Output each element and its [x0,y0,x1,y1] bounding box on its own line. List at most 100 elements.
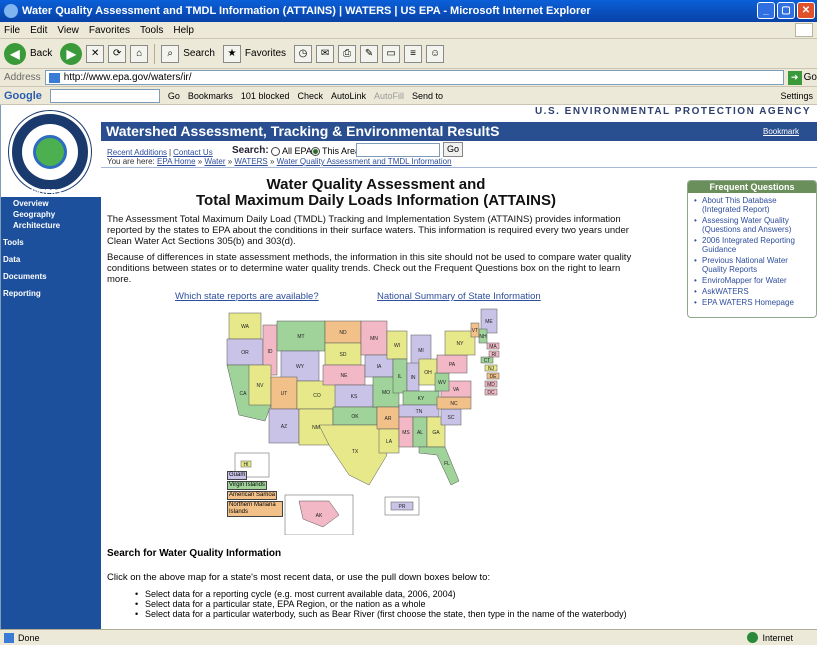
map-state-tx[interactable] [318,424,388,486]
close-button[interactable]: ✕ [797,2,815,19]
map-label-la: LA [386,439,393,445]
fq-link-about-database[interactable]: About This Database (Integrated Report) [694,196,812,214]
menu-help[interactable]: Help [173,25,194,36]
fq-link-previous-reports[interactable]: Previous National Water Quality Reports [694,256,812,274]
territory-virgin-islands[interactable]: Virgin Islands [227,481,267,490]
nav-geography[interactable]: Geography [1,209,101,220]
send-to-button[interactable]: Send to [412,91,443,101]
nav-tools[interactable]: Tools [1,237,101,248]
research-icon[interactable]: ≡ [404,44,423,63]
menu-view[interactable]: View [57,25,79,36]
favorites-star-icon[interactable]: ★ [222,44,241,63]
map-state-fl[interactable] [418,446,460,486]
go-arrow-icon: ➜ [787,70,802,85]
menu-favorites[interactable]: Favorites [89,25,130,36]
minimize-button[interactable]: _ [757,2,775,19]
fq-link-2006-guidance[interactable]: 2006 Integrated Reporting Guidance [694,236,812,254]
search-all-epa-option[interactable]: All EPA [271,146,312,156]
state-reports-link[interactable]: Which state reports are available? [175,291,319,302]
search-section-heading: Search for Water Quality Information [107,548,282,559]
page-done-icon [4,632,14,643]
zone-label: Internet [762,632,793,643]
autofill-button[interactable]: AutoFill [374,91,404,101]
search-button-label[interactable]: Search [183,48,215,59]
breadcrumb-current[interactable]: Water Quality Assessment and TMDL Inform… [277,157,452,166]
autolink-button[interactable]: AutoLink [331,91,366,101]
spellcheck-button[interactable]: Check [297,91,323,101]
fq-link-enviromapper[interactable]: EnviroMapper for Water [694,276,812,285]
breadcrumb-epa-home[interactable]: EPA Home [157,157,196,166]
site-banner: Watershed Assessment, Tracking & Environ… [101,122,817,141]
search-option-waterbody: Select data for a particular waterbody, … [135,609,695,619]
google-bookmarks[interactable]: Bookmarks [188,91,233,101]
map-label-mi: MI [418,348,424,354]
territory-northern-mariana-islands[interactable]: Northern Mariana Islands [227,501,283,517]
edit-icon[interactable]: ✎ [360,44,379,63]
agency-name[interactable]: U.S. ENVIRONMENTAL PROTECTION AGENCY [535,106,811,117]
radio-all-epa[interactable] [271,146,280,156]
menu-tools[interactable]: Tools [140,25,163,36]
site-search-input[interactable] [356,143,440,157]
nav-documents[interactable]: Documents [1,271,101,282]
page-title-line1: Water Quality Assessment and [266,176,486,193]
nav-reporting[interactable]: Reporting [1,288,101,299]
epa-seal-logo[interactable] [9,111,91,193]
map-label-az: AZ [281,424,287,430]
history-icon[interactable]: ◷ [294,44,313,63]
page-icon [48,73,60,83]
toolbar-separator [154,43,156,64]
address-go-button[interactable]: ➜ Go [787,70,817,85]
maximize-button[interactable]: ▢ [777,2,795,19]
map-label-pa: PA [449,362,456,368]
refresh-icon[interactable]: ⟳ [108,44,127,63]
nav-about-waters[interactable]: About WATERS [1,187,101,198]
favorites-button-label[interactable]: Favorites [245,48,286,59]
google-search-input[interactable] [49,88,160,103]
contact-us-link[interactable]: Contact Us [173,148,213,157]
menu-edit[interactable]: Edit [30,25,47,36]
fq-link-waters-homepage[interactable]: EPA WATERS Homepage [694,298,812,307]
territory-guam[interactable]: Guam [227,471,248,480]
popup-blocked-count[interactable]: 101 blocked [241,91,290,101]
messenger-icon[interactable]: ☺ [426,44,445,63]
search-this-area-option[interactable]: This Area [311,146,360,156]
territory-american-samoa[interactable]: American Samoa [227,491,278,500]
map-label-nd: ND [339,330,347,336]
fq-link-askwaters[interactable]: AskWATERS [694,287,812,296]
back-button-label[interactable]: Back [30,48,52,59]
stop-icon[interactable]: ✕ [86,44,105,63]
google-logo[interactable]: Google [4,90,42,102]
mail-icon[interactable]: ✉ [316,44,335,63]
print-icon[interactable]: ⎙ [338,44,357,63]
address-label: Address [4,72,41,83]
folder-icon[interactable]: ▭ [382,44,401,63]
search-icon[interactable]: ⌕ [161,44,180,63]
google-settings-button[interactable]: Settings [780,91,813,101]
map-label-tn: TN [416,409,423,415]
bookmark-link[interactable]: Bookmark [763,127,799,136]
search-options-list: Select data for a reporting cycle (e.g. … [135,589,695,619]
breadcrumb-waters[interactable]: WATERS [234,157,267,166]
google-go-button[interactable]: Go [168,91,180,101]
epa-flower-icon [33,135,67,169]
map-label-nc: NC [450,401,458,407]
site-search-go-button[interactable]: Go [443,142,463,157]
back-arrow-icon[interactable]: ◀ [4,42,26,65]
nav-overview[interactable]: Overview [1,198,101,209]
radio-this-area[interactable] [311,146,320,156]
recent-additions-link[interactable]: Recent Additions [107,148,167,157]
status-text: Done [18,632,40,643]
breadcrumb-water[interactable]: Water [204,157,225,166]
national-summary-link[interactable]: National Summary of State Information [377,291,541,302]
nav-data[interactable]: Data [1,254,101,265]
map-label-mt: MT [297,334,304,340]
map-label-wi: WI [394,343,400,349]
forward-arrow-icon[interactable]: ▶ [60,42,83,65]
nav-architecture[interactable]: Architecture [1,220,101,231]
menu-file[interactable]: File [4,25,20,36]
disclaimer-paragraph: Because of differences in state assessme… [107,252,632,285]
home-icon[interactable]: ⌂ [130,44,149,63]
address-input[interactable]: http://www.epa.gov/waters/ir/ [44,70,784,85]
map-label-ms: MS [402,430,410,436]
fq-link-assessing-water-quality[interactable]: Assessing Water Quality (Questions and A… [694,216,812,234]
